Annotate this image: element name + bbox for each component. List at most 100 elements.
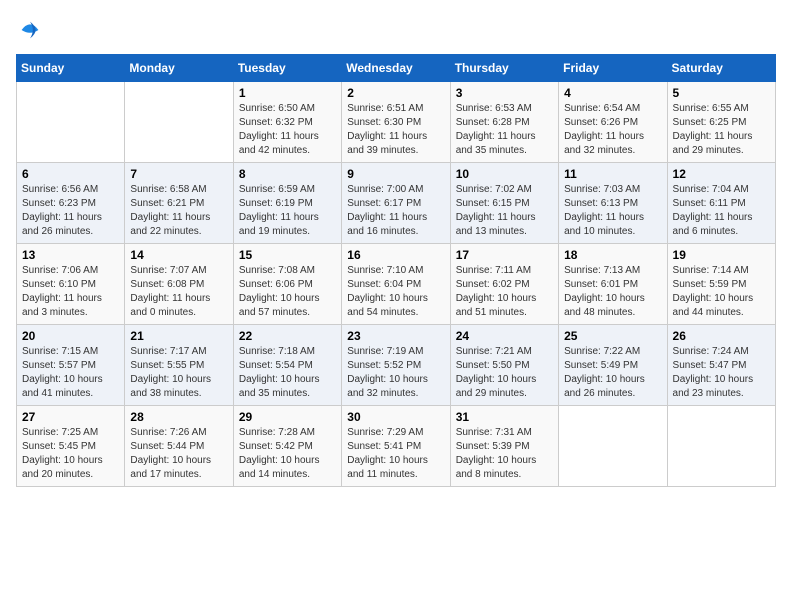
week-row-5: 27 Sunrise: 7:25 AM Sunset: 5:45 PM Dayli…	[17, 406, 776, 487]
day-number: 3	[456, 86, 553, 100]
day-info: Sunrise: 7:19 AM Sunset: 5:52 PM Dayligh…	[347, 345, 444, 401]
day-cell: 15Sunrise: 7:08 AM Sunset: 6:06 PM Dayli…	[233, 244, 341, 325]
day-number: 18	[564, 248, 661, 262]
day-cell: 14 Sunrise: 7:07 AM Sunset: 6:08 PM Dayli…	[125, 244, 233, 325]
day-info: Sunrise: 7:02 AM Sunset: 6:15 PM Dayligh…	[456, 183, 553, 239]
day-info: Sunrise: 7:14 AM Sunset: 5:59 PM Dayligh…	[673, 264, 770, 320]
day-header-friday: Friday	[559, 55, 667, 82]
day-info: Sunrise: 6:50 AM Sunset: 6:32 PM Dayligh…	[239, 102, 336, 158]
day-info: Sunrise: 7:00 AM Sunset: 6:17 PM Dayligh…	[347, 183, 444, 239]
day-number: 17	[456, 248, 553, 262]
day-cell: 27 Sunrise: 7:25 AM Sunset: 5:45 PM Dayli…	[17, 406, 125, 487]
day-info: Sunrise: 7:13 AM Sunset: 6:01 PM Dayligh…	[564, 264, 661, 320]
day-number: 19	[673, 248, 770, 262]
day-info: Sunrise: 7:25 AM Sunset: 5:45 PM Dayligh…	[22, 426, 119, 482]
day-number: 14	[130, 248, 227, 262]
week-row-2: 6 Sunrise: 6:56 AM Sunset: 6:23 PM Daylig…	[17, 163, 776, 244]
day-cell	[667, 406, 775, 487]
day-cell: 17 Sunrise: 7:11 AM Sunset: 6:02 PM Dayli…	[450, 244, 558, 325]
day-info: Sunrise: 7:26 AM Sunset: 5:44 PM Dayligh…	[130, 426, 227, 482]
day-info: Sunrise: 7:03 AM Sunset: 6:13 PM Dayligh…	[564, 183, 661, 239]
week-row-3: 13Sunrise: 7:06 AM Sunset: 6:10 PM Dayli…	[17, 244, 776, 325]
day-number: 11	[564, 167, 661, 181]
day-info: Sunrise: 7:11 AM Sunset: 6:02 PM Dayligh…	[456, 264, 553, 320]
day-cell: 12 Sunrise: 7:04 AM Sunset: 6:11 PM Dayli…	[667, 163, 775, 244]
day-number: 4	[564, 86, 661, 100]
day-number: 16	[347, 248, 444, 262]
day-info: Sunrise: 6:56 AM Sunset: 6:23 PM Dayligh…	[22, 183, 119, 239]
day-cell	[17, 82, 125, 163]
day-cell: 8Sunrise: 6:59 AM Sunset: 6:19 PM Daylig…	[233, 163, 341, 244]
day-cell: 9 Sunrise: 7:00 AM Sunset: 6:17 PM Daylig…	[342, 163, 450, 244]
day-cell: 16Sunrise: 7:10 AM Sunset: 6:04 PM Dayli…	[342, 244, 450, 325]
day-number: 26	[673, 329, 770, 343]
week-row-4: 20Sunrise: 7:15 AM Sunset: 5:57 PM Dayli…	[17, 325, 776, 406]
day-info: Sunrise: 7:08 AM Sunset: 6:06 PM Dayligh…	[239, 264, 336, 320]
week-row-1: 1 Sunrise: 6:50 AM Sunset: 6:32 PM Daylig…	[17, 82, 776, 163]
day-info: Sunrise: 7:04 AM Sunset: 6:11 PM Dayligh…	[673, 183, 770, 239]
day-number: 27	[22, 410, 119, 424]
day-info: Sunrise: 7:24 AM Sunset: 5:47 PM Dayligh…	[673, 345, 770, 401]
day-info: Sunrise: 6:59 AM Sunset: 6:19 PM Dayligh…	[239, 183, 336, 239]
day-header-tuesday: Tuesday	[233, 55, 341, 82]
day-number: 1	[239, 86, 336, 100]
day-number: 23	[347, 329, 444, 343]
day-info: Sunrise: 6:53 AM Sunset: 6:28 PM Dayligh…	[456, 102, 553, 158]
day-number: 31	[456, 410, 553, 424]
day-cell: 1 Sunrise: 6:50 AM Sunset: 6:32 PM Daylig…	[233, 82, 341, 163]
day-number: 5	[673, 86, 770, 100]
day-cell: 24Sunrise: 7:21 AM Sunset: 5:50 PM Dayli…	[450, 325, 558, 406]
day-number: 7	[130, 167, 227, 181]
day-info: Sunrise: 7:28 AM Sunset: 5:42 PM Dayligh…	[239, 426, 336, 482]
calendar-header-row: SundayMondayTuesdayWednesdayThursdayFrid…	[17, 55, 776, 82]
day-cell: 21 Sunrise: 7:17 AM Sunset: 5:55 PM Dayli…	[125, 325, 233, 406]
calendar: SundayMondayTuesdayWednesdayThursdayFrid…	[16, 54, 776, 487]
day-number: 20	[22, 329, 119, 343]
day-number: 29	[239, 410, 336, 424]
day-cell: 7 Sunrise: 6:58 AM Sunset: 6:21 PM Daylig…	[125, 163, 233, 244]
logo	[16, 16, 48, 44]
day-header-sunday: Sunday	[17, 55, 125, 82]
day-cell: 10 Sunrise: 7:02 AM Sunset: 6:15 PM Dayli…	[450, 163, 558, 244]
day-info: Sunrise: 7:31 AM Sunset: 5:39 PM Dayligh…	[456, 426, 553, 482]
day-cell: 28 Sunrise: 7:26 AM Sunset: 5:44 PM Dayli…	[125, 406, 233, 487]
day-cell: 2Sunrise: 6:51 AM Sunset: 6:30 PM Daylig…	[342, 82, 450, 163]
day-info: Sunrise: 7:21 AM Sunset: 5:50 PM Dayligh…	[456, 345, 553, 401]
day-number: 9	[347, 167, 444, 181]
day-cell: 18 Sunrise: 7:13 AM Sunset: 6:01 PM Dayli…	[559, 244, 667, 325]
day-header-thursday: Thursday	[450, 55, 558, 82]
day-info: Sunrise: 7:18 AM Sunset: 5:54 PM Dayligh…	[239, 345, 336, 401]
day-info: Sunrise: 7:17 AM Sunset: 5:55 PM Dayligh…	[130, 345, 227, 401]
day-number: 12	[673, 167, 770, 181]
day-info: Sunrise: 6:58 AM Sunset: 6:21 PM Dayligh…	[130, 183, 227, 239]
day-info: Sunrise: 7:06 AM Sunset: 6:10 PM Dayligh…	[22, 264, 119, 320]
day-cell: 3 Sunrise: 6:53 AM Sunset: 6:28 PM Daylig…	[450, 82, 558, 163]
day-cell: 29 Sunrise: 7:28 AM Sunset: 5:42 PM Dayli…	[233, 406, 341, 487]
day-cell: 13Sunrise: 7:06 AM Sunset: 6:10 PM Dayli…	[17, 244, 125, 325]
day-cell: 6 Sunrise: 6:56 AM Sunset: 6:23 PM Daylig…	[17, 163, 125, 244]
day-cell: 22 Sunrise: 7:18 AM Sunset: 5:54 PM Dayli…	[233, 325, 341, 406]
day-cell: 11 Sunrise: 7:03 AM Sunset: 6:13 PM Dayli…	[559, 163, 667, 244]
day-cell: 20Sunrise: 7:15 AM Sunset: 5:57 PM Dayli…	[17, 325, 125, 406]
day-number: 2	[347, 86, 444, 100]
day-number: 10	[456, 167, 553, 181]
day-info: Sunrise: 7:22 AM Sunset: 5:49 PM Dayligh…	[564, 345, 661, 401]
day-header-monday: Monday	[125, 55, 233, 82]
day-cell: 25 Sunrise: 7:22 AM Sunset: 5:49 PM Dayli…	[559, 325, 667, 406]
day-number: 25	[564, 329, 661, 343]
logo-icon	[16, 16, 44, 44]
day-number: 6	[22, 167, 119, 181]
day-cell: 30 Sunrise: 7:29 AM Sunset: 5:41 PM Dayli…	[342, 406, 450, 487]
day-number: 21	[130, 329, 227, 343]
day-cell: 31 Sunrise: 7:31 AM Sunset: 5:39 PM Dayli…	[450, 406, 558, 487]
day-cell	[125, 82, 233, 163]
day-number: 28	[130, 410, 227, 424]
day-cell: 19 Sunrise: 7:14 AM Sunset: 5:59 PM Dayli…	[667, 244, 775, 325]
day-number: 22	[239, 329, 336, 343]
day-info: Sunrise: 7:07 AM Sunset: 6:08 PM Dayligh…	[130, 264, 227, 320]
day-number: 30	[347, 410, 444, 424]
day-header-wednesday: Wednesday	[342, 55, 450, 82]
day-header-saturday: Saturday	[667, 55, 775, 82]
day-info: Sunrise: 6:55 AM Sunset: 6:25 PM Dayligh…	[673, 102, 770, 158]
day-info: Sunrise: 7:29 AM Sunset: 5:41 PM Dayligh…	[347, 426, 444, 482]
